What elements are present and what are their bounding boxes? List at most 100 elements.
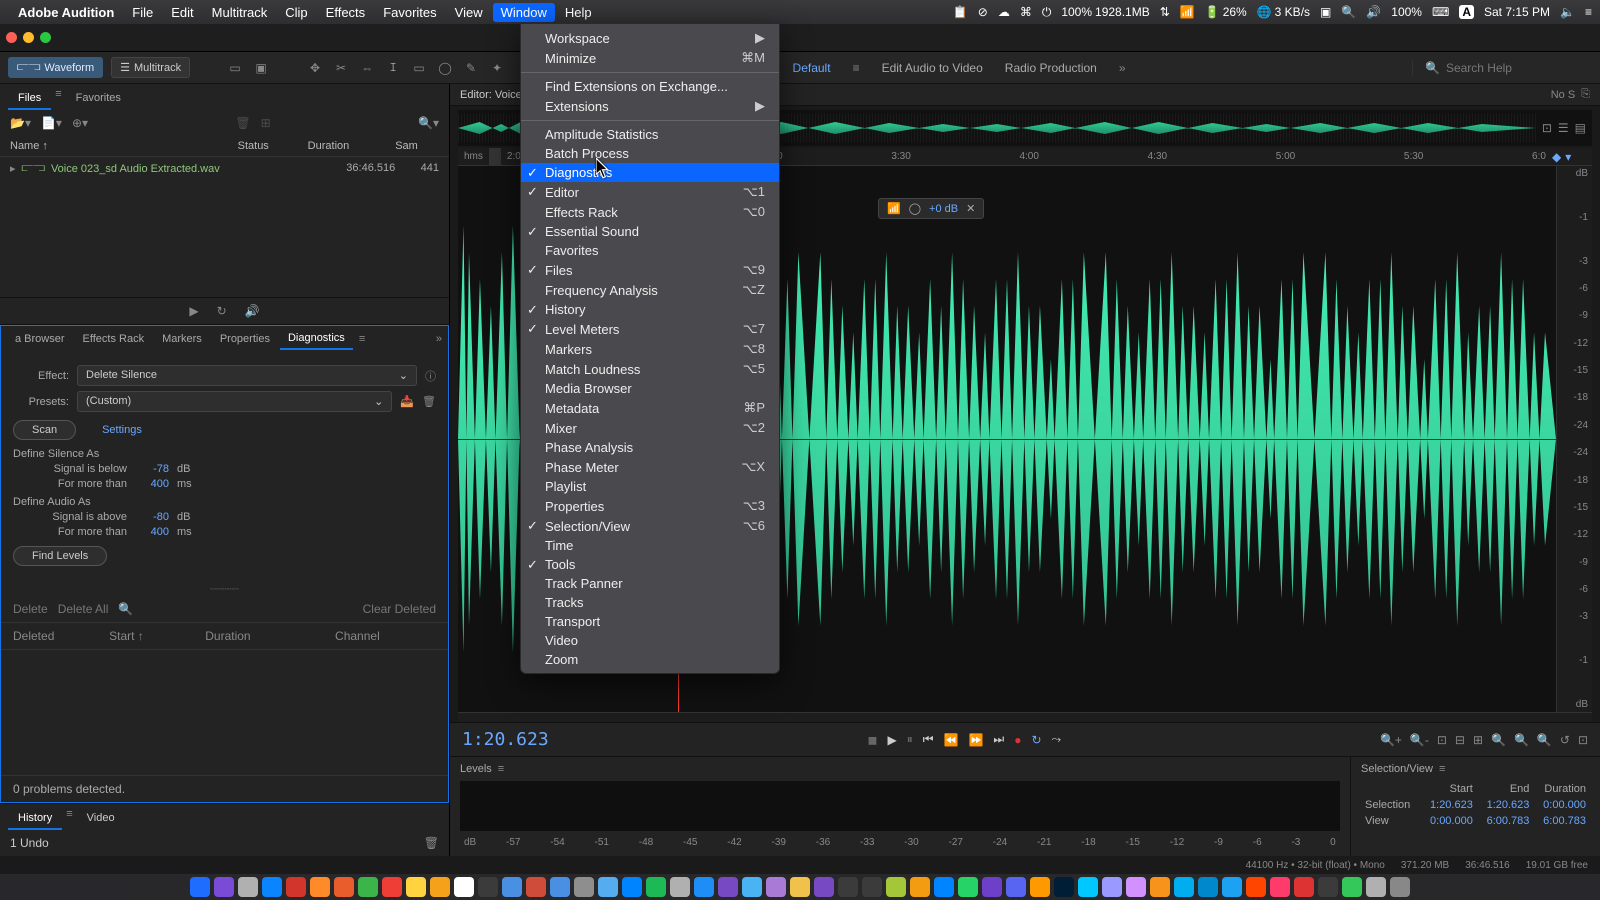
menubar-icon[interactable]: ⌘ <box>1020 5 1032 19</box>
marker-icon[interactable]: ◆ <box>1552 150 1561 164</box>
zoom-reset-icon[interactable]: ↺ <box>1560 733 1570 747</box>
dock-app-icon[interactable] <box>1102 877 1122 897</box>
zoom-icon[interactable]: 🔍 <box>1514 733 1529 747</box>
dock-app-icon[interactable] <box>1246 877 1266 897</box>
tool-move-icon[interactable]: ✥ <box>306 59 324 77</box>
popout-icon[interactable]: ⎘ <box>1581 88 1590 101</box>
zoom-icon[interactable]: 🔍 <box>1537 733 1552 747</box>
dock-app-icon[interactable] <box>814 877 834 897</box>
window-menu-item[interactable]: ✓Level Meters⌥7 <box>521 319 779 339</box>
zoom-fit-icon[interactable]: ⊡ <box>1437 733 1447 747</box>
window-controls[interactable] <box>6 32 51 43</box>
menubar-icon[interactable]: 📶 <box>1180 5 1195 19</box>
panel-menu-icon[interactable]: ≡ <box>359 333 365 345</box>
insert-icon[interactable]: ⊞ <box>261 116 271 130</box>
gain-hud[interactable]: 📶 ◯ +0 dB ✕ <box>878 198 984 219</box>
dock-app-icon[interactable] <box>238 877 258 897</box>
spectral-icon[interactable]: ▤ <box>1575 121 1586 135</box>
save-preset-icon[interactable]: 📥 <box>400 395 414 408</box>
panel-menu-icon[interactable]: ≡ <box>1439 763 1445 775</box>
view-icon[interactable]: ⊡ <box>1542 121 1552 135</box>
menubar-icon[interactable]: ⏻ <box>1042 5 1052 20</box>
playhead-time[interactable]: 1:20.623 <box>462 729 549 750</box>
menubar-icon[interactable]: 🔈 <box>1560 5 1575 19</box>
window-menu-item[interactable]: ✓Files⌥9 <box>521 260 779 280</box>
presets-select[interactable]: (Custom)⌄ <box>77 391 392 412</box>
col-sample[interactable]: Sam <box>395 140 439 152</box>
tab-properties[interactable]: Properties <box>212 329 278 349</box>
dock-app-icon[interactable] <box>1294 877 1314 897</box>
window-menu-item[interactable]: Markers⌥8 <box>521 339 779 359</box>
dock-app-icon[interactable] <box>1366 877 1386 897</box>
menubar-icon[interactable]: ☁︎ <box>998 5 1010 19</box>
window-menu-item[interactable]: Frequency Analysis⌥Z <box>521 280 779 300</box>
window-menu-item[interactable]: Video <box>521 631 779 650</box>
tab-history[interactable]: History <box>8 808 62 830</box>
tool-lasso-icon[interactable]: ◯ <box>436 59 454 77</box>
import-icon[interactable]: ⊕▾ <box>72 116 88 130</box>
dock-app-icon[interactable] <box>1126 877 1146 897</box>
tool-heal-icon[interactable]: ✦ <box>488 59 506 77</box>
dock-app-icon[interactable] <box>790 877 810 897</box>
overflow-icon[interactable]: » <box>436 333 442 345</box>
autoplay-icon[interactable]: 🔊 <box>245 304 260 318</box>
dock-app-icon[interactable] <box>334 877 354 897</box>
pause-button[interactable]: ⏸ <box>907 732 913 747</box>
settings-icon[interactable]: ☰ <box>1558 121 1569 135</box>
waveform-toggle[interactable]: ⫍⫎Waveform <box>8 57 103 78</box>
zoom-icon[interactable]: ⊞ <box>1473 733 1483 747</box>
tool-brush-icon[interactable]: ✎ <box>462 59 480 77</box>
effect-select[interactable]: Delete Silence⌄ <box>77 365 417 386</box>
dock-app-icon[interactable] <box>286 877 306 897</box>
file-row[interactable]: ▸⫍⫎Voice 023_sd Audio Extracted.wav 36:4… <box>0 157 449 180</box>
col-duration[interactable]: Duration <box>205 629 323 643</box>
menu-view[interactable]: View <box>447 3 491 22</box>
menu-file[interactable]: File <box>124 3 161 22</box>
sel-start[interactable]: 1:20.623 <box>1420 797 1477 813</box>
dock-app-icon[interactable] <box>1078 877 1098 897</box>
signal-below-value[interactable]: -78 <box>135 463 169 475</box>
dock-app-icon[interactable] <box>1222 877 1242 897</box>
window-menu-item[interactable]: ✓Diagnostics <box>521 163 779 182</box>
macos-dock[interactable] <box>0 874 1600 900</box>
workspace-radio[interactable]: Radio Production <box>1005 61 1097 75</box>
col-duration[interactable]: Duration <box>308 140 396 152</box>
open-file-icon[interactable]: 📂▾ <box>10 116 31 130</box>
zoom-in-icon[interactable]: 🔍+ <box>1380 733 1402 747</box>
dock-app-icon[interactable] <box>1318 877 1338 897</box>
col-channel[interactable]: Channel <box>335 629 436 643</box>
window-menu-item[interactable]: Phase Analysis <box>521 438 779 457</box>
menu-multitrack[interactable]: Multitrack <box>204 3 276 22</box>
window-menu-item[interactable]: ✓Editor⌥1 <box>521 182 779 202</box>
dock-app-icon[interactable] <box>982 877 1002 897</box>
dock-app-icon[interactable] <box>670 877 690 897</box>
window-menu-item[interactable]: Tracks <box>521 593 779 612</box>
menu-help[interactable]: Help <box>557 3 600 22</box>
menu-edit[interactable]: Edit <box>163 3 201 22</box>
col-start[interactable]: Start ↑ <box>109 629 193 643</box>
dock-app-icon[interactable] <box>598 877 618 897</box>
window-menu-item[interactable]: Amplitude Statistics <box>521 125 779 144</box>
panel-menu-icon[interactable]: ≡ <box>498 763 504 775</box>
dock-app-icon[interactable] <box>454 877 474 897</box>
zoom-icon[interactable]: ⊡ <box>1578 733 1588 747</box>
tab-files[interactable]: Files <box>8 88 51 110</box>
tool-time-icon[interactable]: 𝙸 <box>384 59 402 77</box>
tool-icon[interactable]: ▣ <box>252 59 270 77</box>
dock-app-icon[interactable] <box>1054 877 1074 897</box>
dock-app-icon[interactable] <box>1270 877 1290 897</box>
dock-app-icon[interactable] <box>958 877 978 897</box>
knob-icon[interactable]: ◯ <box>909 202 921 215</box>
to-start-button[interactable]: ⏮ <box>923 732 934 747</box>
dock-app-icon[interactable] <box>406 877 426 897</box>
files-columns[interactable]: Name ↑ Status Duration Sam <box>0 136 449 157</box>
pin-icon[interactable]: ✕ <box>966 202 975 215</box>
window-menu-item[interactable]: Track Panner <box>521 574 779 593</box>
window-menu-item[interactable]: ✓Essential Sound <box>521 222 779 241</box>
dock-app-icon[interactable] <box>1030 877 1050 897</box>
dock-app-icon[interactable] <box>1174 877 1194 897</box>
menubar-icon[interactable]: ⇅ <box>1160 5 1170 19</box>
workspace-more-icon[interactable]: » <box>1119 61 1126 75</box>
window-menu-item[interactable]: Match Loudness⌥5 <box>521 359 779 379</box>
window-menu-item[interactable]: Time <box>521 536 779 555</box>
